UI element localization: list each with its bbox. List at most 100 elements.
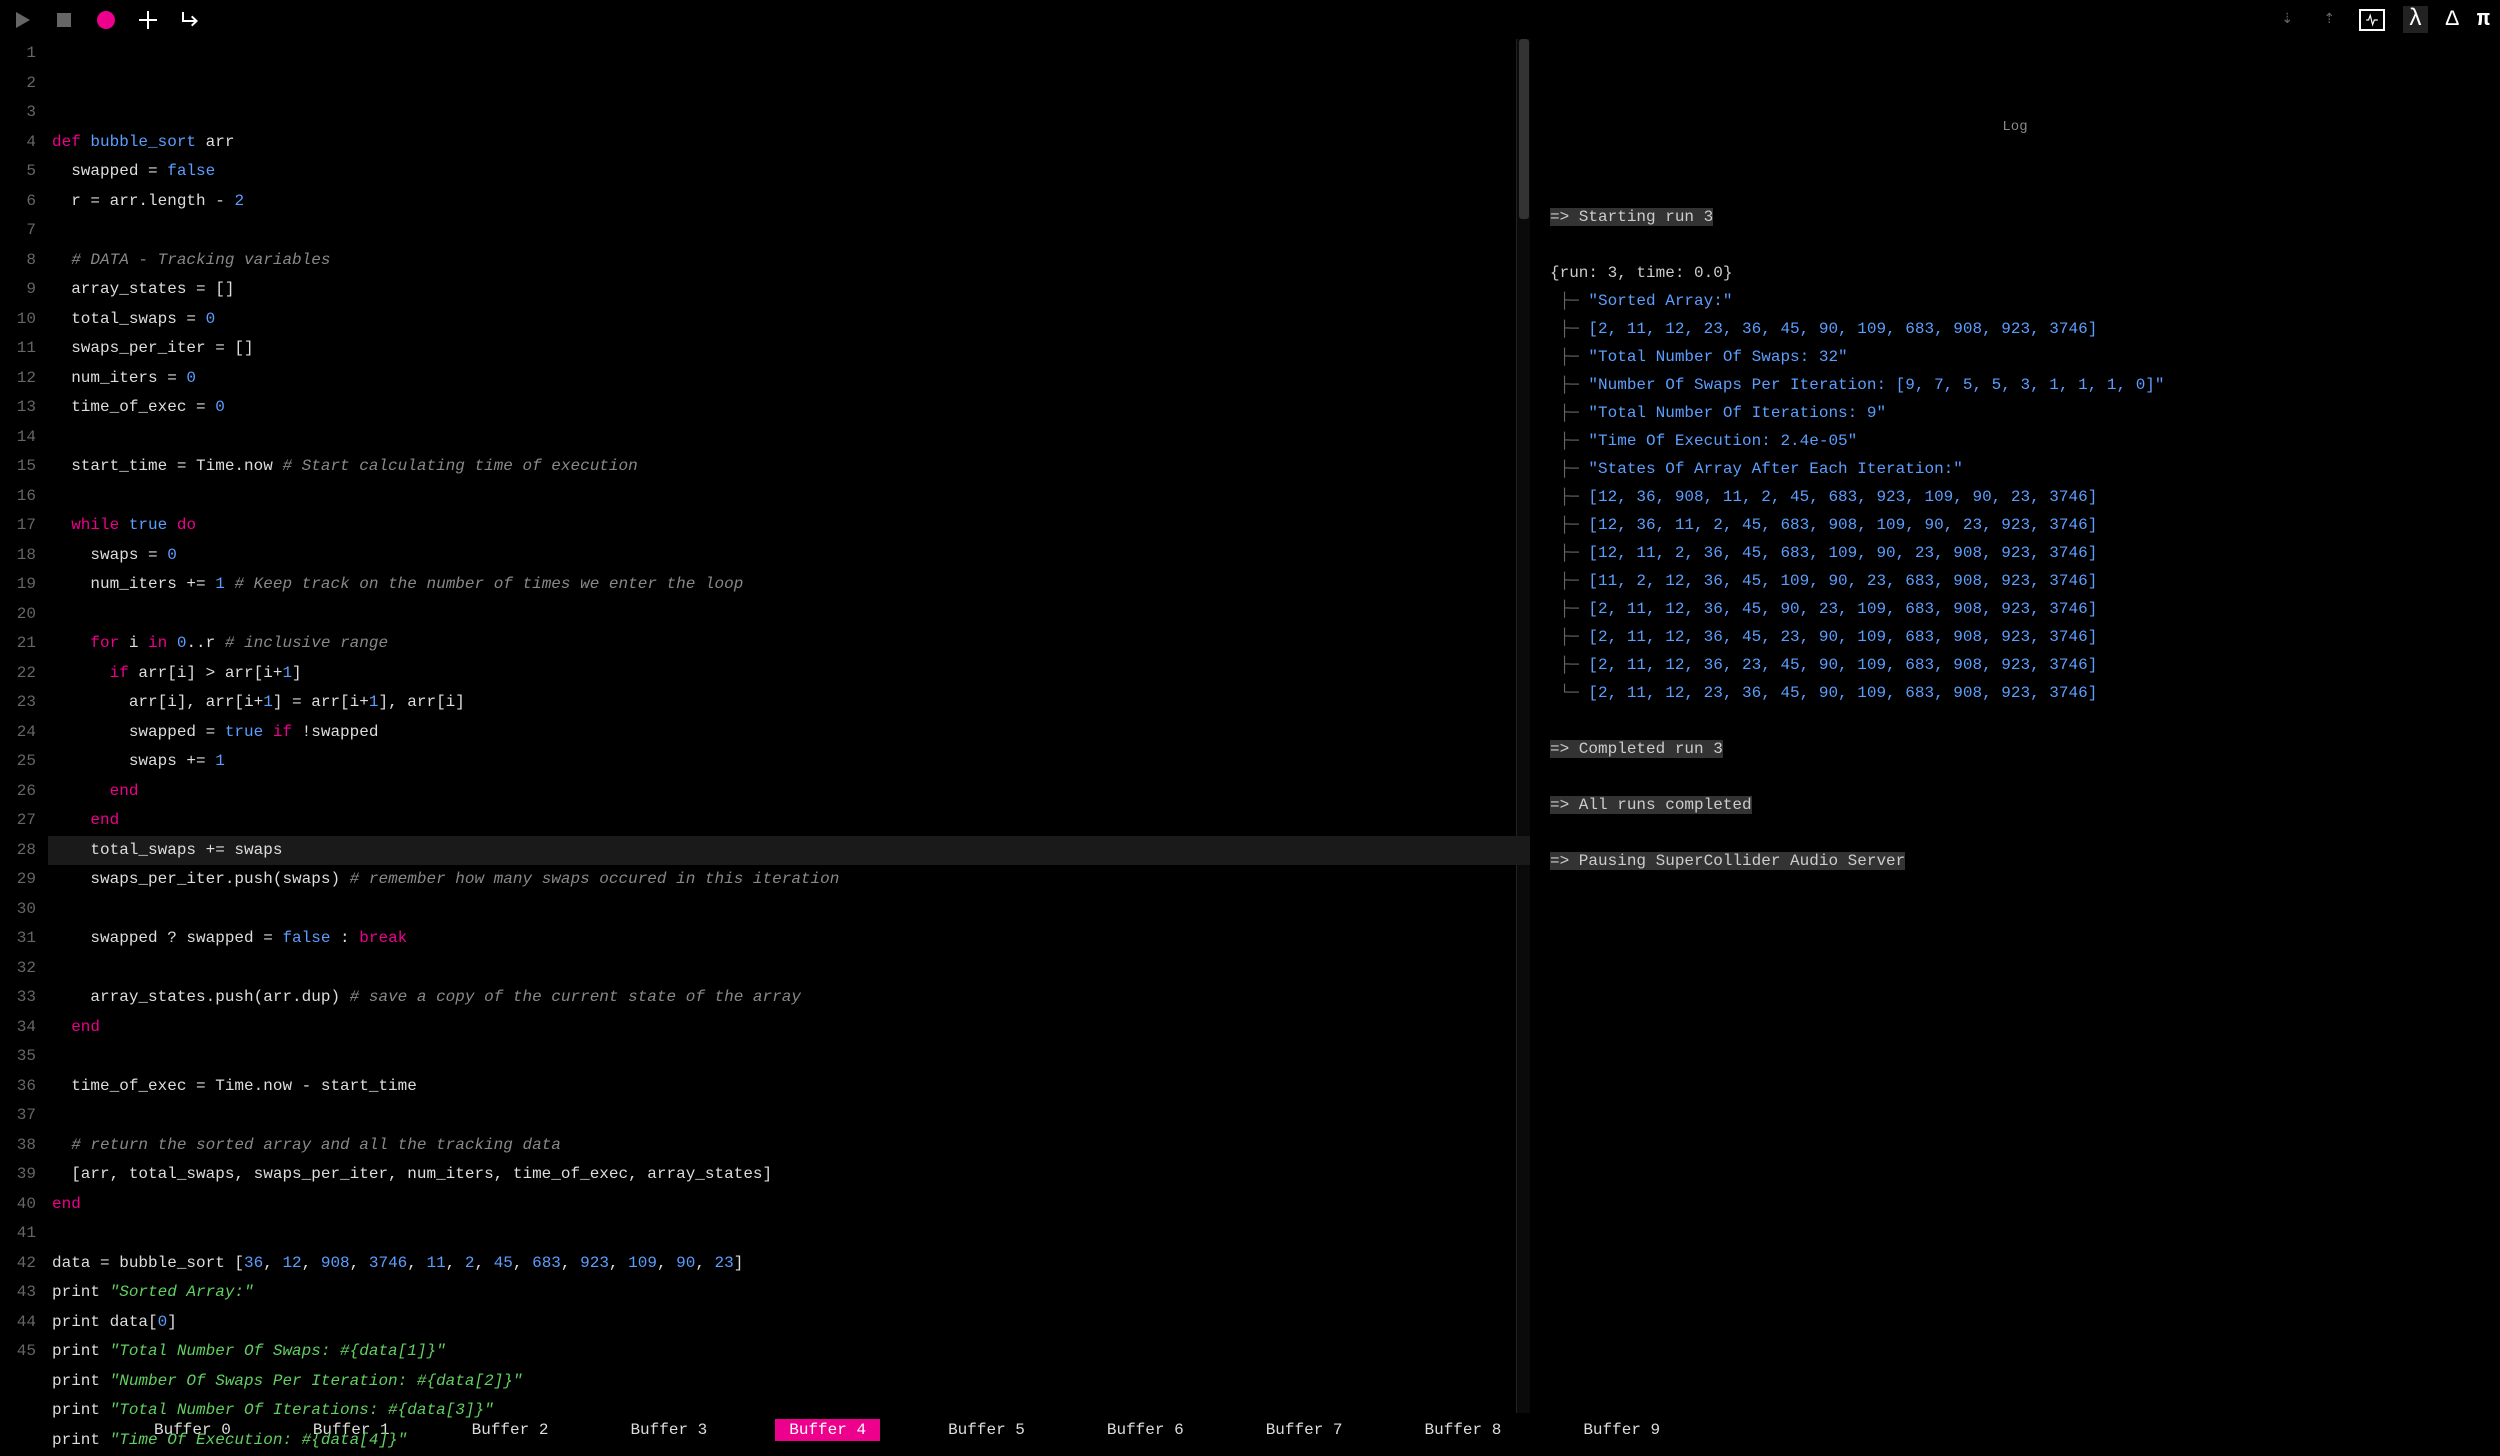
log-line	[1550, 819, 2480, 847]
line-number: 37	[0, 1101, 36, 1131]
code-line[interactable]: end	[52, 806, 1516, 836]
code-line[interactable]: print "Number Of Swaps Per Iteration: #{…	[52, 1367, 1516, 1397]
code-line[interactable]: # DATA - Tracking variables	[52, 246, 1516, 276]
code-line[interactable]: array_states = []	[52, 275, 1516, 305]
log-line: {run: 3, time: 0.0}	[1550, 259, 2480, 287]
activity-icon[interactable]	[2359, 9, 2385, 31]
line-number: 36	[0, 1072, 36, 1102]
code-line[interactable]: [arr, total_swaps, swaps_per_iter, num_i…	[52, 1160, 1516, 1190]
code-line[interactable]: print "Total Number Of Iterations: #{dat…	[52, 1396, 1516, 1426]
buffer-tab-9[interactable]: Buffer 9	[1569, 1419, 1674, 1441]
code-line[interactable]: end	[52, 1190, 1516, 1220]
size-up-icon[interactable]: ⇡	[2317, 8, 2341, 32]
code-line[interactable]: # return the sorted array and all the tr…	[52, 1131, 1516, 1161]
code-line[interactable]: total_swaps += swaps	[52, 836, 1516, 866]
code-line[interactable]: num_iters += 1 # Keep track on the numbe…	[52, 570, 1516, 600]
code-line[interactable]	[52, 423, 1516, 453]
code-line[interactable]	[52, 895, 1516, 925]
code-line[interactable]	[52, 1101, 1516, 1131]
log-line: ├─ [2, 11, 12, 36, 23, 45, 90, 109, 683,…	[1550, 651, 2480, 679]
delta-icon[interactable]: Δ	[2446, 7, 2459, 32]
line-number: 32	[0, 954, 36, 984]
lambda-icon[interactable]: λ	[2403, 6, 2427, 33]
size-down-icon[interactable]: ⇣	[2275, 8, 2299, 32]
code-line[interactable]: r = arr.length - 2	[52, 187, 1516, 217]
code-line[interactable]: swaps += 1	[52, 747, 1516, 777]
line-number: 6	[0, 187, 36, 217]
line-number: 14	[0, 423, 36, 453]
log-line: ├─ [12, 36, 11, 2, 45, 683, 908, 109, 90…	[1550, 511, 2480, 539]
code-line[interactable]: print "Total Number Of Swaps: #{data[1]}…	[52, 1337, 1516, 1367]
line-number: 40	[0, 1190, 36, 1220]
log-line: => Pausing SuperCollider Audio Server	[1550, 847, 2480, 875]
log-line: ├─ [2, 11, 12, 36, 45, 90, 23, 109, 683,…	[1550, 595, 2480, 623]
code-line[interactable]: arr[i], arr[i+1] = arr[i+1], arr[i]	[52, 688, 1516, 718]
line-number: 5	[0, 157, 36, 187]
line-number: 12	[0, 364, 36, 394]
code-line[interactable]	[52, 600, 1516, 630]
record-icon[interactable]	[94, 8, 118, 32]
code-line[interactable]: total_swaps = 0	[52, 305, 1516, 335]
toolbar: ⇣ ⇡ λ Δ π	[0, 0, 2500, 39]
code-line[interactable]: print "Sorted Array:"	[52, 1278, 1516, 1308]
line-number: 1	[0, 39, 36, 69]
log-line: ├─ [2, 11, 12, 23, 36, 45, 90, 109, 683,…	[1550, 315, 2480, 343]
code-line[interactable]: end	[52, 1013, 1516, 1043]
line-number: 17	[0, 511, 36, 541]
line-number: 29	[0, 865, 36, 895]
log-line: ├─ [12, 36, 908, 11, 2, 45, 683, 923, 10…	[1550, 483, 2480, 511]
line-number: 27	[0, 806, 36, 836]
line-number: 41	[0, 1219, 36, 1249]
pi-icon[interactable]: π	[2477, 7, 2490, 32]
code-line[interactable]	[52, 1219, 1516, 1249]
scrollbar-thumb[interactable]	[1519, 39, 1529, 219]
code-line[interactable]: swaps_per_iter = []	[52, 334, 1516, 364]
code-line[interactable]: def bubble_sort arr	[52, 128, 1516, 158]
log-line: => All runs completed	[1550, 791, 2480, 819]
log-panel: Log => Starting run 3 {run: 3, time: 0.0…	[1530, 39, 2500, 1413]
line-number: 23	[0, 688, 36, 718]
code-line[interactable]: num_iters = 0	[52, 364, 1516, 394]
code-line[interactable]: array_states.push(arr.dup) # save a copy…	[52, 983, 1516, 1013]
log-line	[1550, 231, 2480, 259]
code-area[interactable]: def bubble_sort arr swapped = false r = …	[48, 39, 1516, 1413]
code-line[interactable]: swaps = 0	[52, 541, 1516, 571]
line-number: 31	[0, 924, 36, 954]
code-line[interactable]: swaps_per_iter.push(swaps) # remember ho…	[52, 865, 1516, 895]
code-line[interactable]: end	[52, 777, 1516, 807]
stop-icon[interactable]	[52, 8, 76, 32]
code-line[interactable]: while true do	[52, 511, 1516, 541]
line-number: 21	[0, 629, 36, 659]
log-line: ├─ "Number Of Swaps Per Iteration: [9, 7…	[1550, 371, 2480, 399]
line-number: 25	[0, 747, 36, 777]
line-number: 38	[0, 1131, 36, 1161]
line-number: 7	[0, 216, 36, 246]
line-number: 45	[0, 1337, 36, 1367]
code-line[interactable]: if arr[i] > arr[i+1]	[52, 659, 1516, 689]
code-line[interactable]: time_of_exec = 0	[52, 393, 1516, 423]
plus-icon[interactable]	[136, 8, 160, 32]
code-line[interactable]	[52, 1042, 1516, 1072]
line-number: 44	[0, 1308, 36, 1338]
vertical-scrollbar[interactable]	[1516, 39, 1530, 1413]
code-editor[interactable]: 1234567891011121314151617181920212223242…	[0, 39, 1530, 1413]
play-icon[interactable]	[10, 8, 34, 32]
code-line[interactable]: time_of_exec = Time.now - start_time	[52, 1072, 1516, 1102]
return-icon[interactable]	[178, 8, 202, 32]
code-line[interactable]: print data[0]	[52, 1308, 1516, 1338]
line-number: 13	[0, 393, 36, 423]
line-number: 18	[0, 541, 36, 571]
code-line[interactable]	[52, 954, 1516, 984]
line-number: 42	[0, 1249, 36, 1279]
code-line[interactable]: swapped = true if !swapped	[52, 718, 1516, 748]
code-line[interactable]: data = bubble_sort [36, 12, 908, 3746, 1…	[52, 1249, 1516, 1279]
line-number: 22	[0, 659, 36, 689]
line-number: 33	[0, 983, 36, 1013]
log-line: └─ [2, 11, 12, 23, 36, 45, 90, 109, 683,…	[1550, 679, 2480, 707]
code-line[interactable]: swapped = false	[52, 157, 1516, 187]
code-line[interactable]: swapped ? swapped = false : break	[52, 924, 1516, 954]
code-line[interactable]	[52, 216, 1516, 246]
code-line[interactable]: start_time = Time.now # Start calculatin…	[52, 452, 1516, 482]
code-line[interactable]	[52, 482, 1516, 512]
code-line[interactable]: for i in 0..r # inclusive range	[52, 629, 1516, 659]
